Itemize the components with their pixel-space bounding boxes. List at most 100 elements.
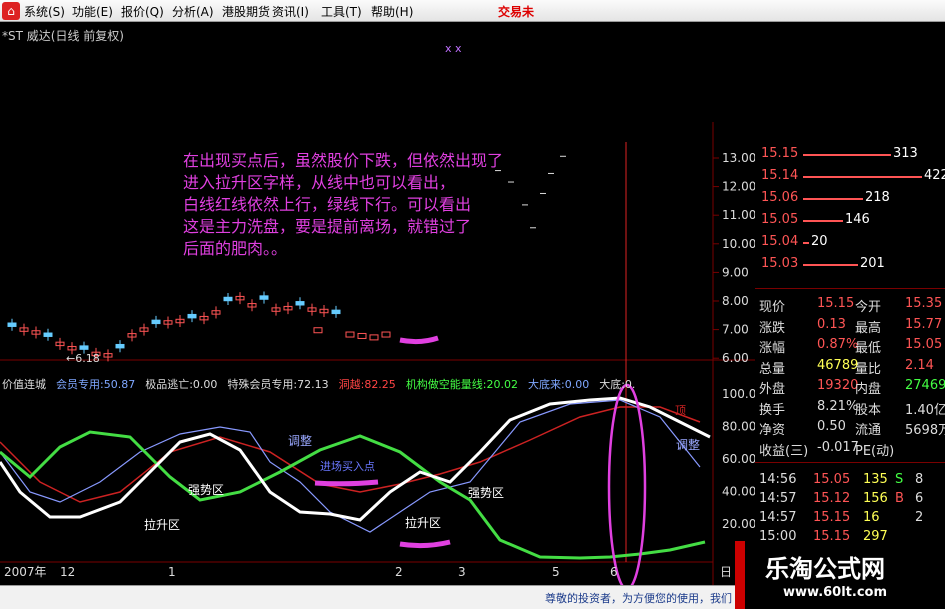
quote-value: 15.05 (905, 337, 943, 352)
quote-row: 换手 8.21% 股本 1.40亿 (755, 399, 945, 419)
quote-row: 涨幅 0.87% 最低 15.05 (755, 337, 945, 357)
menu-function[interactable]: 功能(E) (72, 3, 113, 20)
tick-extra: 2 (915, 510, 924, 525)
annotation-text: 在出现买点后，虽然股价下跌，但依然出现了 进入拉升区字样，从线中也可以看出， 白… (183, 150, 563, 260)
x-label-right: 日 (720, 565, 732, 579)
x-label-dec: 12 (60, 565, 75, 579)
quote-label: 今开 (855, 300, 882, 315)
indicator-tick-label: 80.00 (722, 420, 755, 434)
indicator-value: 特殊会员专用:72.13 (227, 378, 329, 391)
watermark-bar (735, 541, 745, 609)
watermark-url: www.60lt.com (783, 585, 888, 600)
panel-divider (755, 288, 945, 289)
quote-row: 净资 0.50 流通 5698万 (755, 419, 945, 439)
tick-time: 14:57 (759, 491, 797, 506)
order-book-row[interactable]: 15.03 201 (755, 256, 945, 276)
candle-body (115, 343, 125, 349)
menu-analysis[interactable]: 分析(A) (172, 3, 214, 20)
order-qty: 201 (860, 256, 885, 271)
stock-chart[interactable]: 13.00 12.00 11.00 10.00 9.00 8.00 7.00 6.00 100… (0, 22, 755, 585)
app-logo-icon[interactable]: ⌂ (2, 2, 20, 20)
tick-volume: 16 (863, 510, 880, 525)
candle-body (79, 345, 89, 350)
order-volume-bar (803, 154, 891, 156)
quote-value: 19320 (817, 378, 859, 393)
price-tick-label: 6.00 (722, 351, 749, 365)
quote-value: 0.13 (817, 316, 846, 332)
order-price: 15.06 (761, 190, 799, 205)
order-volume-bar (803, 264, 858, 266)
tick-side: S (895, 472, 904, 487)
red-indicator-line (0, 406, 701, 503)
quote-label: 涨跌 (759, 320, 786, 336)
indicator-value: 大底:0. (599, 378, 636, 391)
tick-side: B (895, 491, 904, 506)
label-tiaozheng-2: 调整 (676, 437, 700, 452)
tick-row: 14:57 15.12 156 B 6 (755, 491, 945, 511)
quote-value: 5698万 (905, 423, 945, 438)
watermark-title: 乐淘公式网 (765, 554, 885, 583)
price-tick-label: 12.00 (722, 180, 755, 194)
quote-row: 现价 15.15 今开 15.35 (755, 296, 945, 316)
candle-body (357, 332, 367, 339)
top-markers: ⅹ ⅹ (445, 42, 462, 55)
annotation-line: 在出现买点后，虽然股价下跌，但依然出现了 (183, 151, 504, 170)
price-tick-label: 10.00 (722, 237, 755, 251)
low-price-label: ←6.18 (66, 352, 100, 365)
menu-hk-futures[interactable]: 港股期货 (222, 3, 270, 20)
label-buy-point: 进场买入点 (320, 459, 375, 473)
quote-value: 0.50 (817, 419, 846, 434)
tick-extra: 8 (915, 472, 924, 487)
candle-body (331, 309, 341, 315)
menu-help[interactable]: 帮助(H) (371, 3, 413, 20)
candle-body (345, 331, 355, 338)
quote-value: 0.87% (817, 337, 859, 352)
quote-label: 收益(三) (759, 443, 809, 459)
order-volume-bar (803, 176, 922, 178)
watermark: 乐淘公式网 www.60lt.com (735, 541, 945, 609)
chart-title: *ST 威达(日线 前复权) (2, 29, 124, 43)
tick-price: 15.12 (813, 491, 851, 506)
label-ding: 顶 (675, 404, 686, 417)
order-price: 15.14 (761, 168, 799, 183)
x-label-year: 2007年 (4, 565, 47, 579)
indicator-tick-label: 20.00 (722, 517, 755, 531)
x-label-jan: 1 (168, 565, 176, 579)
candle-body (369, 334, 379, 341)
quote-value: 46789 (817, 357, 859, 373)
order-price: 15.03 (761, 256, 799, 271)
order-book-row[interactable]: 15.14 422 (755, 168, 945, 188)
price-tick-label: 11.00 (722, 208, 755, 222)
candle-body (43, 332, 53, 337)
menu-system[interactable]: 系统(S) (24, 3, 65, 20)
indicator-value: 极品逃亡:0.00 (145, 378, 218, 391)
order-book-row[interactable]: 15.15 313 (755, 146, 945, 166)
annotation-line: 白线红线依然上行，绿线下行。可以看出 (183, 195, 472, 214)
quote-row: 收益(三) -0.017 PE(动) (755, 440, 945, 460)
order-price: 15.04 (761, 234, 799, 249)
quote-value: 2.14 (905, 357, 934, 373)
trade-brand-link[interactable]: 交易未 (498, 3, 534, 20)
label-qiangshi-1: 强势区 (188, 483, 224, 497)
order-book-row[interactable]: 15.06 218 (755, 190, 945, 210)
quote-label: 股本 (855, 402, 882, 418)
quote-label: PE(动) (855, 443, 895, 459)
order-volume-bar (803, 242, 809, 244)
quote-label: 最低 (855, 341, 882, 356)
candle-body (223, 296, 233, 302)
menu-info[interactable]: 资讯(I) (272, 3, 309, 20)
quote-label: 涨幅 (759, 341, 786, 356)
tick-row: 14:56 15.05 135 S 8 (755, 472, 945, 492)
x-label-may: 5 (552, 565, 560, 579)
x-label-mar: 3 (458, 565, 466, 579)
quote-label: 净资 (759, 423, 786, 438)
price-tick-label: 9.00 (722, 265, 749, 279)
menu-tools[interactable]: 工具(T) (321, 3, 362, 20)
order-book-row[interactable]: 15.05 146 (755, 212, 945, 232)
quote-label: 量比 (855, 361, 882, 377)
candle-body (259, 295, 269, 300)
order-book-row[interactable]: 15.04 20 (755, 234, 945, 254)
candle-body (313, 327, 323, 334)
indicator-header: 价值连城 会员专用:50.87 极品逃亡:0.00 特殊会员专用:72.13 洞越:82… (2, 376, 645, 392)
menu-quote[interactable]: 报价(Q) (121, 3, 164, 20)
